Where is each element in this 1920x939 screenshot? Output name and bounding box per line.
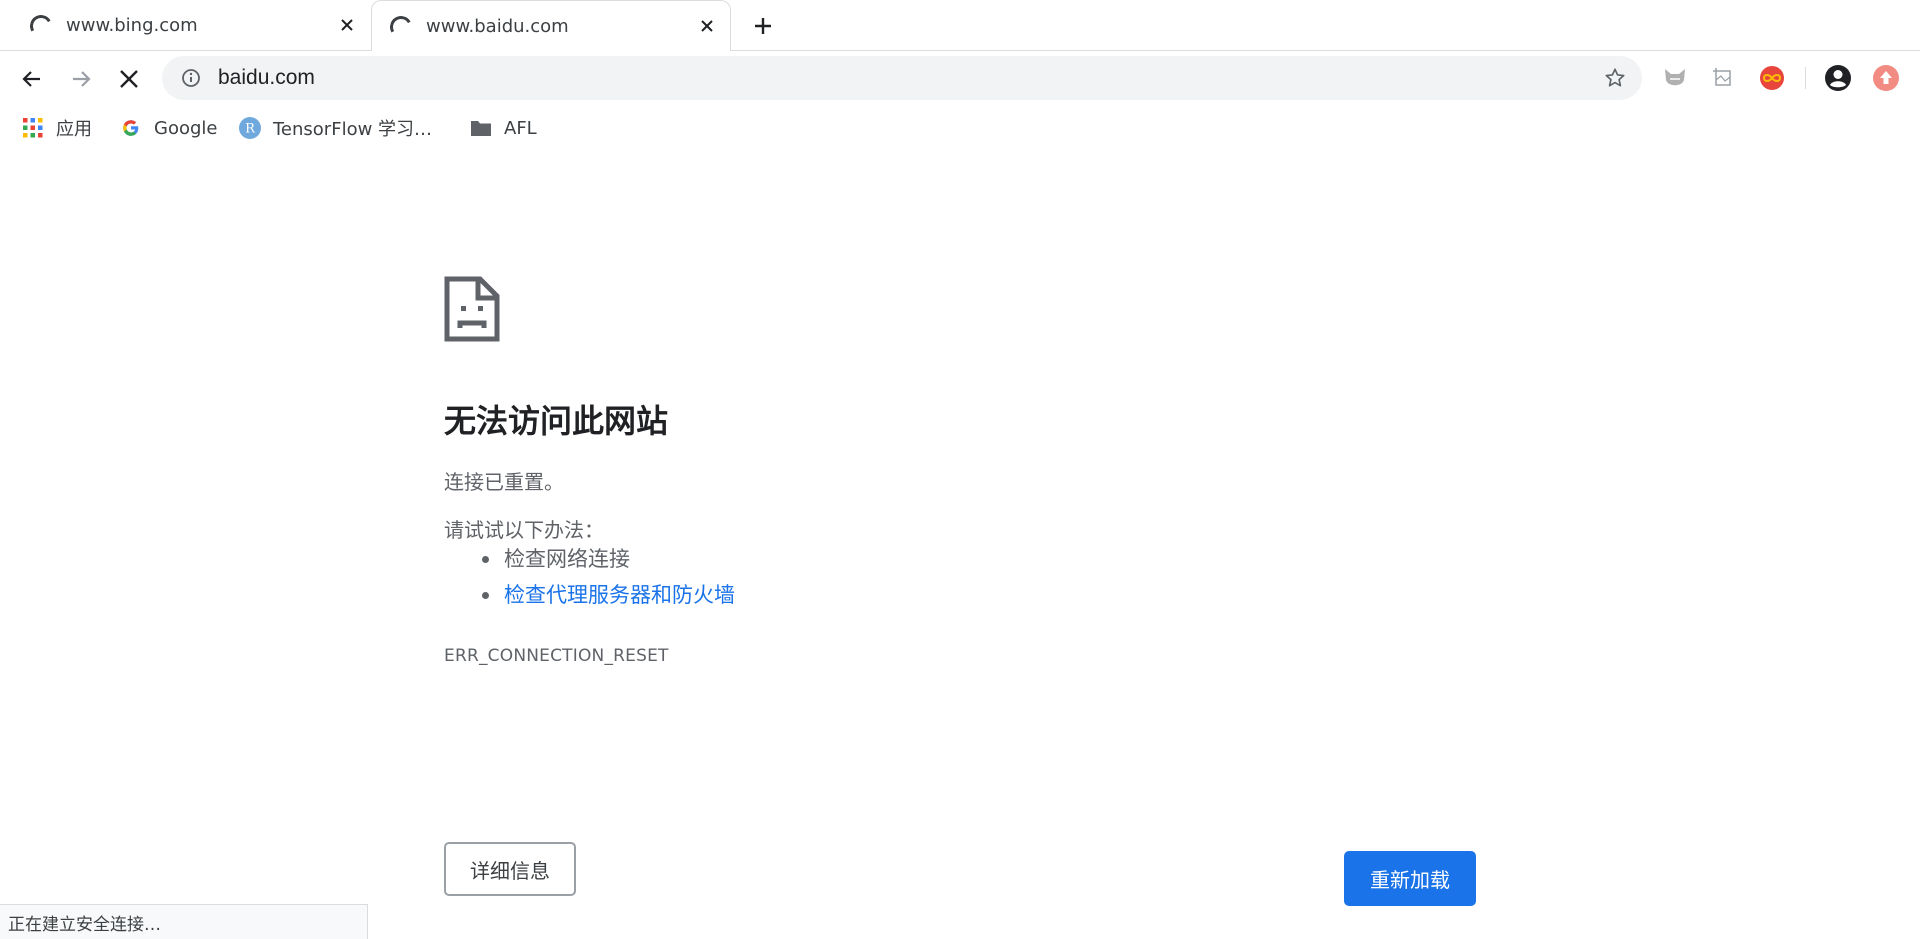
suggestion-check-proxy-link[interactable]: 检查代理服务器和防火墙 — [482, 577, 735, 613]
address-bar[interactable]: baidu.com — [162, 56, 1642, 100]
update-icon[interactable] — [1871, 63, 1901, 93]
bookmark-label: AFL — [504, 117, 537, 139]
plus-icon — [755, 18, 771, 34]
suggestions-list: 检查网络连接 检查代理服务器和防火墙 — [482, 541, 735, 613]
cat-extension-icon[interactable] — [1660, 63, 1690, 93]
google-g-icon — [120, 117, 142, 139]
info-icon[interactable] — [178, 65, 204, 91]
tab-bing[interactable]: www.bing.com — [0, 0, 370, 50]
new-tab-button[interactable] — [745, 8, 781, 44]
bookmark-label: 应用 — [56, 119, 92, 140]
loading-spinner-icon — [390, 16, 410, 36]
folder-icon — [470, 117, 492, 139]
error-message: 连接已重置。 — [444, 470, 564, 494]
toolbar-divider — [1805, 67, 1806, 89]
loading-spinner-icon — [30, 15, 50, 35]
forward-button[interactable] — [63, 61, 99, 97]
r-circle-icon: R — [239, 117, 261, 139]
stop-button[interactable] — [111, 61, 147, 97]
tab-title: www.baidu.com — [426, 15, 569, 37]
tab-baidu[interactable]: www.baidu.com — [371, 0, 731, 51]
close-tab-icon[interactable] — [692, 11, 722, 41]
apps-grid-icon — [22, 117, 44, 139]
bookmarks-bar: 应用 Google R TensorFlow 学习… AFL — [0, 105, 1920, 149]
toolbar: baidu.com — [0, 51, 1920, 105]
error-code: ERR_CONNECTION_RESET — [444, 646, 669, 666]
suggestion-check-network: 检查网络连接 — [482, 541, 735, 577]
bookmark-tensorflow[interactable]: R TensorFlow 学习… — [239, 114, 432, 142]
url-text[interactable]: baidu.com — [218, 66, 315, 90]
infinity-extension-icon[interactable] — [1757, 63, 1787, 93]
reload-button[interactable]: 重新加载 — [1344, 851, 1476, 906]
bookmark-label: Google — [154, 117, 218, 139]
svg-text:R: R — [245, 122, 256, 137]
bookmark-apps[interactable]: 应用 — [22, 114, 92, 142]
error-heading: 无法访问此网站 — [444, 402, 669, 440]
crop-extension-icon[interactable] — [1708, 63, 1738, 93]
suggestions-intro: 请试试以下办法： — [444, 518, 604, 542]
forward-icon — [73, 71, 91, 87]
bookmark-google[interactable]: Google — [120, 114, 217, 142]
tab-strip: www.bing.com www.baidu.com — [0, 0, 1920, 51]
details-button[interactable]: 详细信息 — [444, 842, 576, 896]
bookmark-folder-afl[interactable]: AFL — [470, 114, 537, 142]
close-tab-icon[interactable] — [332, 10, 362, 40]
back-icon — [22, 71, 40, 87]
status-bar: 正在建立安全连接… — [0, 904, 368, 939]
profile-icon[interactable] — [1823, 63, 1853, 93]
tab-title: www.bing.com — [66, 14, 198, 36]
bookmark-label: TensorFlow 学习… — [273, 119, 433, 140]
back-button[interactable] — [14, 61, 50, 97]
star-icon[interactable] — [1602, 65, 1628, 91]
stop-icon — [120, 70, 138, 88]
sad-page-icon — [444, 276, 500, 342]
